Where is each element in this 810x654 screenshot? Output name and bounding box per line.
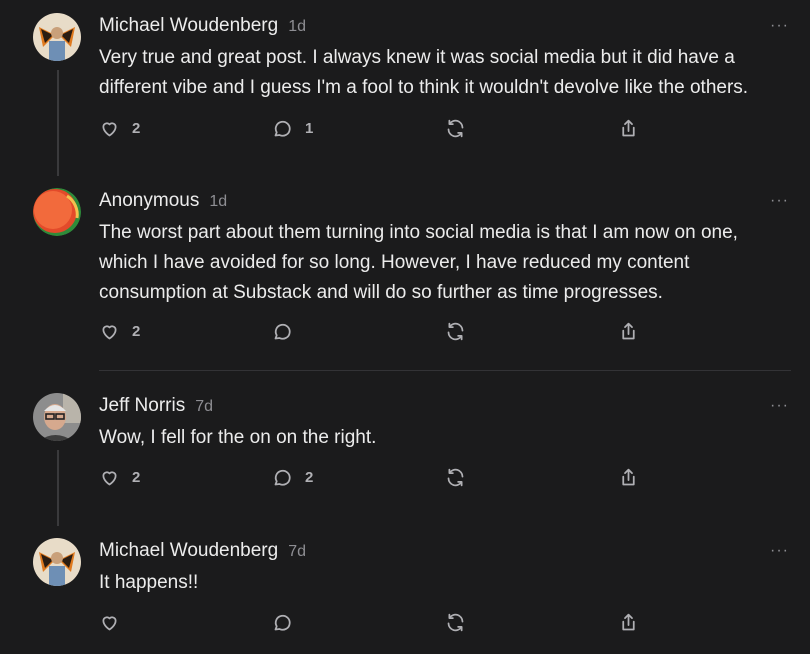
comment-actions: 2 — [99, 321, 639, 345]
restack-button[interactable] — [445, 321, 466, 342]
comment-actions: 2 1 — [99, 118, 639, 142]
comment-header: Michael Woudenberg 7d — [99, 540, 306, 566]
share-button[interactable] — [618, 467, 639, 488]
share-button[interactable] — [618, 321, 639, 342]
comment-header: Jeff Norris 7d — [99, 395, 213, 421]
comment-icon — [274, 323, 291, 340]
share-button[interactable] — [618, 612, 639, 633]
avatar[interactable] — [33, 538, 81, 586]
heart-icon — [102, 122, 117, 137]
reply-count: 2 — [305, 469, 314, 486]
more-options-icon[interactable]: ··· — [770, 542, 789, 560]
author-name[interactable]: Anonymous — [99, 190, 199, 212]
avatar[interactable] — [33, 13, 81, 61]
reply-button[interactable]: 2 — [272, 467, 313, 488]
comment-header: Anonymous 1d — [99, 190, 227, 216]
comment-text-line: Very true and great post. I always knew … — [99, 47, 735, 68]
comment-body: The worst part about them turning into s… — [99, 218, 799, 308]
comment: Anonymous 1d ··· The worst part about th… — [0, 188, 810, 370]
reply-button[interactable] — [272, 612, 305, 633]
more-options-icon[interactable]: ··· — [770, 397, 789, 415]
share-icon — [622, 322, 635, 340]
heart-icon — [102, 471, 117, 486]
comment-text-line: different vibe and I guess I'm a fool to… — [99, 77, 749, 98]
comment-body: Very true and great post. I always knew … — [99, 43, 799, 103]
comment-icon — [274, 614, 291, 631]
share-icon — [622, 468, 635, 486]
restack-icon — [447, 613, 464, 632]
comment-actions — [99, 612, 639, 636]
timestamp[interactable]: 7d — [288, 543, 306, 561]
like-button[interactable]: 2 — [99, 118, 140, 139]
avatar[interactable] — [33, 393, 81, 441]
restack-button[interactable] — [445, 118, 466, 139]
restack-icon — [447, 119, 464, 138]
author-name[interactable]: Michael Woudenberg — [99, 15, 278, 37]
timestamp[interactable]: 1d — [209, 193, 227, 211]
comment: Jeff Norris 7d ··· Wow, I fell for the o… — [0, 393, 810, 533]
more-options-icon[interactable]: ··· — [770, 192, 789, 210]
restack-button[interactable] — [445, 612, 466, 633]
thread-divider — [99, 370, 791, 371]
author-name[interactable]: Jeff Norris — [99, 395, 185, 417]
comment: Michael Woudenberg 7d ··· It happens!! — [0, 538, 810, 654]
comment-text-line: Wow, I fell for the on on the right. — [99, 427, 377, 448]
comment-actions: 2 2 — [99, 467, 639, 491]
timestamp[interactable]: 1d — [288, 18, 306, 36]
reply-button[interactable] — [272, 321, 305, 342]
more-options-icon[interactable]: ··· — [770, 17, 789, 35]
like-count: 2 — [132, 469, 141, 486]
author-name[interactable]: Michael Woudenberg — [99, 540, 278, 562]
reply-button[interactable]: 1 — [272, 118, 313, 139]
like-button[interactable]: 2 — [99, 467, 140, 488]
restack-icon — [447, 468, 464, 487]
share-button[interactable] — [618, 118, 639, 139]
comment-text-line: The worst part about them turning into s… — [99, 222, 738, 243]
thread-line — [57, 70, 59, 176]
heart-icon — [102, 325, 117, 340]
comment-text-line: consumption at Substack and will do so f… — [99, 282, 663, 303]
comment-icon — [274, 120, 291, 137]
restack-icon — [447, 322, 464, 341]
like-button[interactable]: 2 — [99, 321, 140, 342]
like-button[interactable] — [99, 612, 132, 633]
comment: Michael Woudenberg 1d ··· Very true and … — [0, 0, 810, 190]
comment-header: Michael Woudenberg 1d — [99, 15, 306, 41]
heart-icon — [102, 616, 117, 631]
restack-button[interactable] — [445, 467, 466, 488]
avatar[interactable] — [33, 188, 81, 236]
like-count: 2 — [132, 323, 141, 340]
like-count: 2 — [132, 120, 141, 137]
thread-line — [57, 450, 59, 526]
reply-count: 1 — [305, 120, 314, 137]
timestamp[interactable]: 7d — [195, 398, 213, 416]
share-icon — [622, 613, 635, 631]
share-icon — [622, 119, 635, 137]
comment-text-line: It happens!! — [99, 572, 199, 593]
comment-text-line: which I have avoided for so long. Howeve… — [99, 252, 690, 273]
comment-body: It happens!! — [99, 568, 799, 598]
comment-icon — [274, 469, 291, 486]
comment-body: Wow, I fell for the on on the right. — [99, 423, 799, 453]
